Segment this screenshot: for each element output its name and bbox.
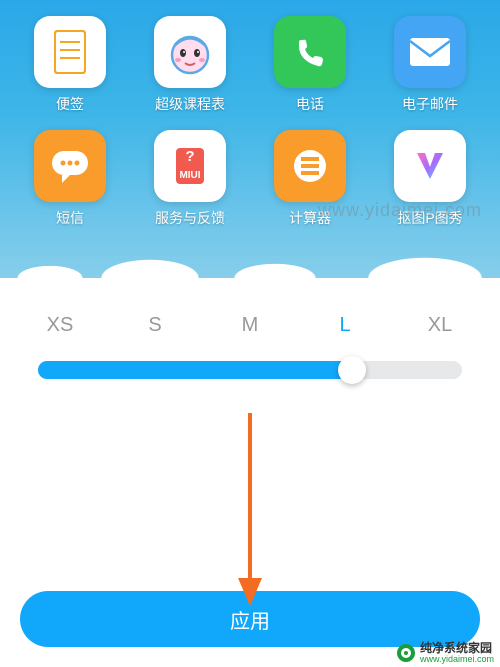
size-xs[interactable]: XS [40,314,80,337]
slider-track [38,361,462,379]
app-label: 便签 [56,94,84,114]
app-label: 电子邮件 [402,94,458,114]
mail-icon [394,16,466,88]
slider-fill [38,361,352,379]
ptu-icon [394,130,466,202]
sms-icon [34,130,106,202]
svg-text:?: ? [185,148,194,165]
notes-icon [34,16,106,88]
app-email[interactable]: 电子邮件 [370,8,490,122]
size-m[interactable]: M [230,314,270,337]
size-l[interactable]: L [325,314,365,337]
home-preview: 便签 超级课程表 电话 电子邮件 短信 [0,0,500,278]
size-s[interactable]: S [135,314,175,337]
phone-icon [274,16,346,88]
svg-text:MIUI: MIUI [179,170,200,181]
clouds-decoration [0,218,500,278]
calc-icon [274,130,346,202]
app-grid: 便签 超级课程表 电话 电子邮件 短信 [0,8,500,236]
face-icon [154,16,226,88]
app-label: 电话 [296,94,324,114]
app-notes[interactable]: 便签 [10,8,130,122]
slider-thumb[interactable] [338,356,366,384]
size-slider[interactable] [20,361,480,379]
app-timetable[interactable]: 超级课程表 [130,8,250,122]
app-label: 超级课程表 [155,94,225,114]
size-options: XS S M L XL [20,314,480,337]
miui-icon: ? MIUI [154,130,226,202]
size-xl[interactable]: XL [420,314,460,337]
size-panel: XS S M L XL 应用 [0,278,500,667]
apply-button[interactable]: 应用 [20,591,480,647]
arrow-annotation [230,408,270,608]
app-phone[interactable]: 电话 [250,8,370,122]
